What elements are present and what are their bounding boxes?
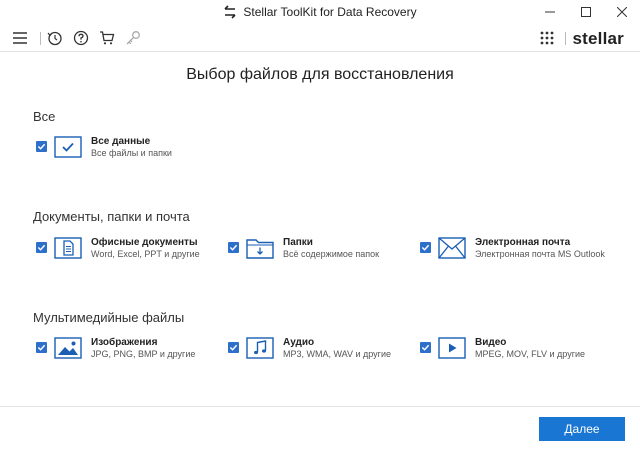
option-description: JPG, PNG, BMP и другие [91,349,196,359]
minimize-icon [545,11,555,13]
option-label: Аудио [283,337,315,348]
checkbox-email[interactable] [420,242,431,253]
checkbox-audio[interactable] [228,342,239,353]
menu-icon [13,32,27,44]
checkbox-video[interactable] [420,342,431,353]
history-button[interactable] [45,28,65,48]
envelope-icon [437,236,467,260]
option-email[interactable]: Электронная почта Электронная почта MS O… [420,236,610,266]
section-title-documents: Документы, папки и почта [33,209,190,224]
option-video[interactable]: Видео MPEG, MOV, FLV и другие [420,336,610,366]
help-button[interactable] [71,28,91,48]
music-note-icon [245,336,275,360]
option-images[interactable]: Изображения JPG, PNG, BMP и другие [36,336,226,366]
check-icon [229,244,238,251]
history-icon [47,31,62,46]
check-icon [421,244,430,251]
checkmark-box-icon [53,135,83,159]
brand-separator [565,32,566,45]
option-office-documents[interactable]: Офисные документы Word, Excel, PPT и дру… [36,236,226,266]
footer-divider [0,406,640,407]
option-label: Электронная почта [475,237,571,248]
document-icon [53,236,83,260]
brand-logo: stellar [572,29,624,48]
check-icon [229,344,238,351]
option-description: Все файлы и папки [91,148,172,158]
option-label: Офисные документы [91,237,198,248]
checkbox-images[interactable] [36,342,47,353]
maximize-button[interactable] [568,0,604,24]
toolbar-separator [40,32,41,45]
help-icon [73,30,89,46]
option-folders[interactable]: Папки Всё содержимое папок [228,236,418,266]
title-bar: Stellar ToolKit for Data Recovery [0,0,640,24]
checkbox-office-documents[interactable] [36,242,47,253]
cart-button[interactable] [97,28,117,48]
checkbox-folders[interactable] [228,242,239,253]
window-controls [532,0,640,24]
option-all-data[interactable]: Все данные Все файлы и папки [36,135,226,165]
option-label: Папки [283,237,313,248]
toolbar: stellar [0,24,640,52]
option-audio[interactable]: Аудио MP3, WMA, WAV и другие [228,336,418,366]
menu-button[interactable] [10,28,30,48]
activation-key-button[interactable] [123,28,143,48]
checkbox-all-data[interactable] [36,141,47,152]
check-icon [37,143,46,150]
minimize-button[interactable] [532,0,568,24]
option-description: Word, Excel, PPT и другие [91,249,200,259]
option-description: Электронная почта MS Outlook [475,249,605,259]
key-icon [126,31,140,45]
option-label: Все данные [91,136,151,147]
option-label: Изображения [91,337,158,348]
option-label: Видео [475,337,507,348]
section-title-all: Все [33,109,56,124]
cart-icon [100,31,115,45]
folder-icon [245,236,275,260]
close-button[interactable] [604,0,640,24]
option-description: Всё содержимое папок [283,249,380,259]
apps-grid-button[interactable] [537,28,557,48]
section-title-multimedia: Мультимедийные файлы [33,310,185,325]
window-title: Stellar ToolKit for Data Recovery [243,5,417,19]
image-icon [53,336,83,360]
check-icon [421,344,430,351]
check-icon [37,344,46,351]
check-icon [37,244,46,251]
option-description: MP3, WMA, WAV и другие [283,349,391,359]
app-logo-icon [223,5,237,19]
video-play-icon [437,336,467,360]
close-icon [617,7,627,17]
option-description: MPEG, MOV, FLV и другие [475,349,586,359]
next-button[interactable]: Далее [539,417,625,441]
page-title: Выбор файлов для восстановления [186,66,454,83]
apps-grid-icon [540,31,554,45]
maximize-icon [581,7,591,17]
